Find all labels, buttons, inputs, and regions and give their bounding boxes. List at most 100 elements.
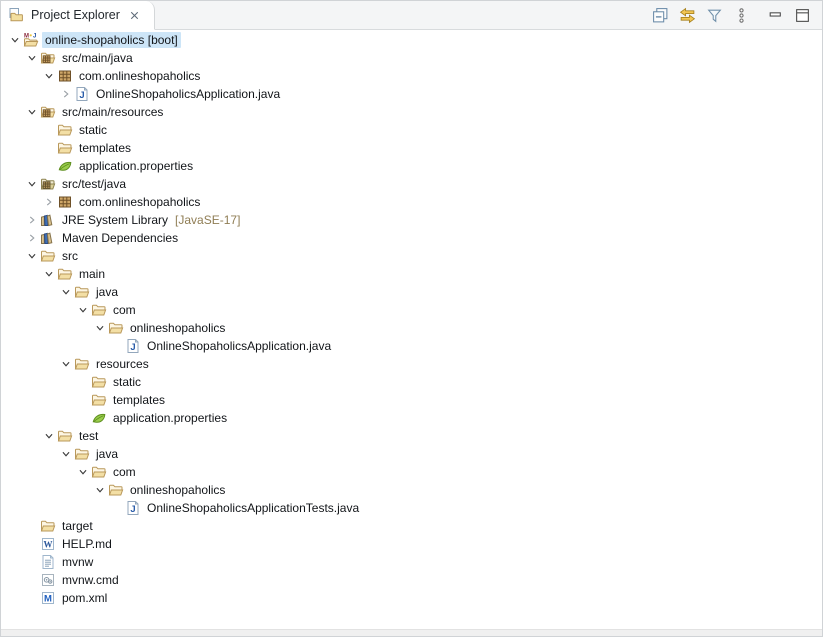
tree-item[interactable]: onlineshopaholics bbox=[1, 319, 822, 337]
tree-item-label: HELP.md bbox=[59, 536, 115, 552]
chevron-down-icon[interactable] bbox=[41, 68, 57, 84]
chevron-right-icon[interactable] bbox=[24, 212, 40, 228]
chevron-spacer bbox=[24, 590, 40, 606]
chevron-down-icon[interactable] bbox=[41, 428, 57, 444]
svg-text:M: M bbox=[24, 34, 29, 40]
tree-item[interactable]: JOnlineShopaholicsApplication.java bbox=[1, 337, 822, 355]
tree-item-label: mvnw.cmd bbox=[59, 572, 122, 588]
chevron-spacer bbox=[75, 392, 91, 408]
java-file-icon: J bbox=[125, 500, 141, 516]
svg-text:J: J bbox=[79, 90, 84, 101]
chevron-down-icon[interactable] bbox=[58, 446, 74, 462]
tree-item[interactable]: static bbox=[1, 121, 822, 139]
source-folder-icon bbox=[40, 104, 56, 120]
tree-item[interactable]: src/test/java bbox=[1, 175, 822, 193]
tree-item[interactable]: src bbox=[1, 247, 822, 265]
spring-leaf-icon bbox=[57, 158, 73, 174]
tree-item[interactable]: Maven Dependencies bbox=[1, 229, 822, 247]
view-tab-bar: Project Explorer bbox=[1, 1, 822, 30]
tree-item-label: static bbox=[76, 122, 110, 138]
tree-item[interactable]: WHELP.md bbox=[1, 535, 822, 553]
tree-item[interactable]: main bbox=[1, 265, 822, 283]
text-file-icon bbox=[40, 554, 56, 570]
chevron-down-icon[interactable] bbox=[75, 464, 91, 480]
tree-item[interactable]: static bbox=[1, 373, 822, 391]
tree-item[interactable]: MJonline-shopaholics [boot] bbox=[1, 31, 822, 49]
tree-item[interactable]: Mpom.xml bbox=[1, 589, 822, 607]
chevron-down-icon[interactable] bbox=[58, 356, 74, 372]
filter-icon[interactable] bbox=[705, 6, 723, 24]
tree-item[interactable]: src/main/resources bbox=[1, 103, 822, 121]
svg-text:J: J bbox=[130, 504, 135, 515]
tree-item[interactable]: com bbox=[1, 463, 822, 481]
tab-project-explorer[interactable]: Project Explorer bbox=[1, 1, 155, 30]
folder-icon bbox=[91, 302, 107, 318]
folder-icon bbox=[57, 122, 73, 138]
tree-item-label: JRE System Library bbox=[59, 212, 171, 228]
chevron-down-icon[interactable] bbox=[24, 104, 40, 120]
tree-item[interactable]: resources bbox=[1, 355, 822, 373]
tree-item-label: target bbox=[59, 518, 96, 534]
svg-text:J: J bbox=[33, 34, 36, 40]
chevron-down-icon[interactable] bbox=[92, 482, 108, 498]
tree-item[interactable]: JRE System Library[JavaSE-17] bbox=[1, 211, 822, 229]
chevron-down-icon[interactable] bbox=[41, 266, 57, 282]
folder-icon bbox=[57, 266, 73, 282]
tree-item[interactable]: mvnw.cmd bbox=[1, 571, 822, 589]
test-source-folder-icon bbox=[40, 176, 56, 192]
tree-item-label: application.properties bbox=[110, 410, 230, 426]
tree-item-label: pom.xml bbox=[59, 590, 110, 606]
svg-text:J: J bbox=[130, 342, 135, 353]
tree-item-label: test bbox=[76, 428, 101, 444]
project-tree: MJonline-shopaholics [boot]src/main/java… bbox=[1, 30, 822, 629]
link-with-editor-icon[interactable] bbox=[678, 6, 696, 24]
chevron-spacer bbox=[75, 410, 91, 426]
tree-item[interactable]: com.onlineshopaholics bbox=[1, 193, 822, 211]
minimize-icon[interactable] bbox=[766, 6, 784, 24]
tree-item-label: com.onlineshopaholics bbox=[76, 68, 203, 84]
folder-icon bbox=[74, 356, 90, 372]
folder-icon bbox=[74, 284, 90, 300]
maximize-icon[interactable] bbox=[793, 6, 811, 24]
java-file-icon: J bbox=[125, 338, 141, 354]
chevron-down-icon[interactable] bbox=[7, 32, 23, 48]
collapse-all-icon[interactable] bbox=[651, 6, 669, 24]
chevron-down-icon[interactable] bbox=[75, 302, 91, 318]
tree-item-label: src bbox=[59, 248, 81, 264]
view-menu-icon[interactable] bbox=[732, 6, 750, 24]
view-toolbar bbox=[651, 1, 822, 29]
status-strip bbox=[1, 629, 822, 636]
folder-icon bbox=[108, 482, 124, 498]
chevron-right-icon[interactable] bbox=[41, 194, 57, 210]
chevron-down-icon[interactable] bbox=[24, 50, 40, 66]
tree-item-label: com.onlineshopaholics bbox=[76, 194, 203, 210]
tree-item[interactable]: test bbox=[1, 427, 822, 445]
tree-item[interactable]: target bbox=[1, 517, 822, 535]
tree-item[interactable]: com bbox=[1, 301, 822, 319]
tree-item[interactable]: java bbox=[1, 283, 822, 301]
tree-item-label: online-shopaholics [boot] bbox=[42, 32, 181, 48]
tree-item[interactable]: templates bbox=[1, 139, 822, 157]
tree-item[interactable]: java bbox=[1, 445, 822, 463]
tree-item[interactable]: application.properties bbox=[1, 409, 822, 427]
chevron-down-icon[interactable] bbox=[58, 284, 74, 300]
tree-item-label: onlineshopaholics bbox=[127, 482, 228, 498]
chevron-down-icon[interactable] bbox=[92, 320, 108, 336]
chevron-down-icon[interactable] bbox=[24, 176, 40, 192]
close-icon[interactable] bbox=[127, 8, 142, 23]
tree-item[interactable]: com.onlineshopaholics bbox=[1, 67, 822, 85]
tree-item[interactable]: onlineshopaholics bbox=[1, 481, 822, 499]
chevron-right-icon[interactable] bbox=[24, 230, 40, 246]
tree-item[interactable]: templates bbox=[1, 391, 822, 409]
tree-item-label: main bbox=[76, 266, 108, 282]
folder-icon bbox=[57, 140, 73, 156]
tree-item[interactable]: src/main/java bbox=[1, 49, 822, 67]
tree-item[interactable]: JOnlineShopaholicsApplicationTests.java bbox=[1, 499, 822, 517]
chevron-down-icon[interactable] bbox=[24, 248, 40, 264]
chevron-right-icon[interactable] bbox=[58, 86, 74, 102]
tree-item-label: static bbox=[110, 374, 144, 390]
tree-item[interactable]: JOnlineShopaholicsApplication.java bbox=[1, 85, 822, 103]
library-icon bbox=[40, 212, 56, 228]
tree-item[interactable]: mvnw bbox=[1, 553, 822, 571]
tree-item[interactable]: application.properties bbox=[1, 157, 822, 175]
